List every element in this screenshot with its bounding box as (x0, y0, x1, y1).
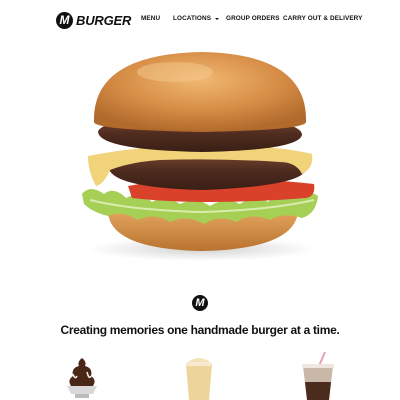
top-bun (93, 52, 307, 132)
nav-carry-out-label: CARRY OUT & DELIVERY (283, 15, 363, 22)
hero-burger-image (70, 44, 330, 264)
cheeseburger-illustration (82, 52, 318, 261)
section-logo-icon: M (192, 295, 208, 311)
nav-menu-label: MENU (141, 15, 161, 22)
nav-menu[interactable]: MENU (141, 15, 160, 22)
nav-group-orders[interactable]: GROUP ORDERS (226, 15, 280, 22)
product-sundae-image[interactable] (57, 352, 107, 400)
site-header: M BURGER MENU LOCATIONS GROUP ORDERS CAR… (0, 0, 400, 38)
logo-mark-icon: M (56, 11, 73, 29)
bun-highlight (137, 62, 213, 82)
logo-wordmark: BURGER (76, 12, 132, 28)
nav-carry-out-delivery[interactable]: CARRY OUT & DELIVERY (283, 15, 363, 22)
milkshake-illustration (186, 358, 212, 400)
sundae-illustration (67, 358, 97, 398)
product-milkshake-image[interactable] (174, 352, 224, 400)
nav-group-orders-label: GROUP ORDERS (226, 15, 280, 22)
soda-cup-illustration (302, 352, 334, 400)
tagline: Creating memories one handmade burger at… (60, 323, 340, 337)
product-soda-image[interactable] (293, 352, 343, 400)
nav-locations-label: LOCATIONS (173, 15, 212, 22)
chevron-down-icon (215, 18, 220, 20)
brand-logo[interactable]: M BURGER (56, 10, 131, 30)
nav-locations[interactable]: LOCATIONS (173, 15, 220, 22)
